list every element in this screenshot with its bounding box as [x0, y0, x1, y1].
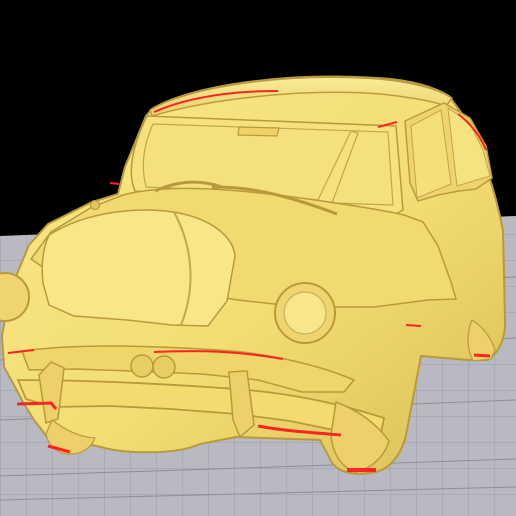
rear-view-mirror	[237, 126, 280, 137]
right-headlight-lens	[283, 291, 327, 335]
fog-light-right	[152, 355, 176, 379]
fog-light-left	[130, 354, 154, 378]
3d-model-viewport[interactable]	[0, 0, 516, 516]
model-preview-canvas[interactable]	[0, 0, 516, 516]
hood-ornament-left	[89, 199, 101, 211]
car-hood	[41, 209, 236, 327]
